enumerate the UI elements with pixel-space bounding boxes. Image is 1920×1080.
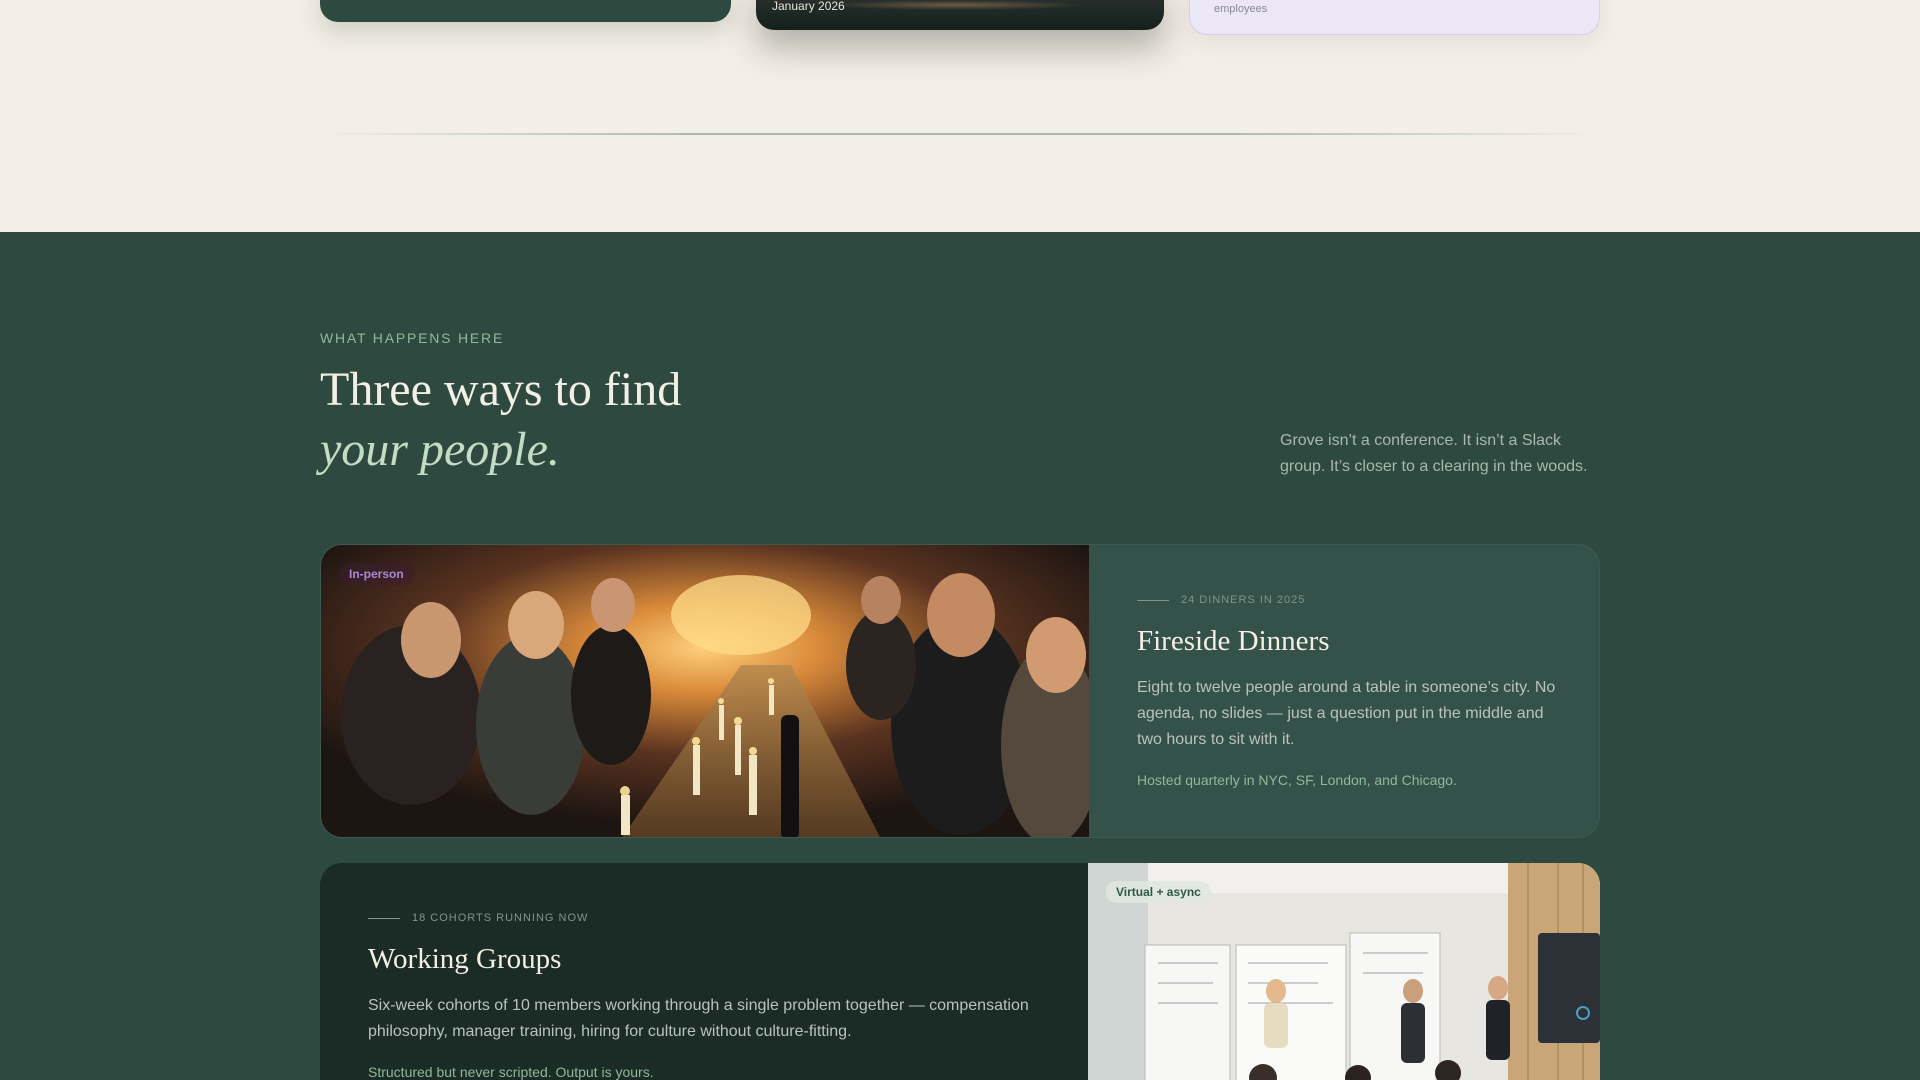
- format-badge: In-person: [339, 563, 414, 585]
- meta-rule: [368, 917, 400, 919]
- card-caption: employees: [1214, 3, 1268, 15]
- meta-text: 18 COHORTS RUNNING NOW: [412, 912, 589, 924]
- card-note: Hosted quarterly in NYC, SF, London, and…: [1137, 772, 1457, 788]
- card-meta: 18 COHORTS RUNNING NOW: [368, 912, 588, 924]
- heading-line-2: your people.: [320, 423, 560, 476]
- photo-glow: [826, 0, 1086, 10]
- card-note: Structured but never scripted. Output is…: [368, 1064, 654, 1080]
- feature-card-photo[interactable]: January 2026: [756, 0, 1164, 30]
- card-caption: January 2026: [772, 0, 845, 13]
- section-eyebrow: WHAT HAPPENS HERE: [320, 330, 505, 346]
- meta-rule: [1137, 599, 1169, 601]
- card-description: Six-week cohorts of 10 members working t…: [368, 997, 1029, 1040]
- dinner-photo-image: [321, 545, 1089, 837]
- card-meta: 24 DINNERS IN 2025: [1137, 594, 1305, 606]
- section-heading: Three ways to find your people.: [320, 360, 681, 480]
- dinner-photo: In-person: [321, 545, 1089, 837]
- fireside-dinners-card[interactable]: In-person 24 DINNERS IN 2025 Fireside Di…: [320, 544, 1600, 838]
- workshop-photo: Virtual + async: [1088, 863, 1600, 1080]
- section-intro: Grove isn’t a conference. It isn’t a Sla…: [1280, 432, 1588, 475]
- meta-text: 24 DINNERS IN 2025: [1181, 594, 1306, 606]
- card-title: Fireside Dinners: [1137, 625, 1330, 657]
- feature-card-green[interactable]: [320, 0, 731, 22]
- working-groups-card[interactable]: 18 COHORTS RUNNING NOW Working Groups Si…: [320, 863, 1600, 1080]
- format-badge: Virtual + async: [1106, 881, 1211, 903]
- previous-section: January 2026 employees: [0, 0, 1920, 232]
- section-divider: [320, 133, 1600, 135]
- heading-line-1: Three ways to find: [320, 363, 682, 416]
- feature-card-lavender[interactable]: employees: [1189, 0, 1600, 35]
- card-description: Eight to twelve people around a table in…: [1137, 679, 1556, 748]
- card-title: Working Groups: [368, 943, 562, 975]
